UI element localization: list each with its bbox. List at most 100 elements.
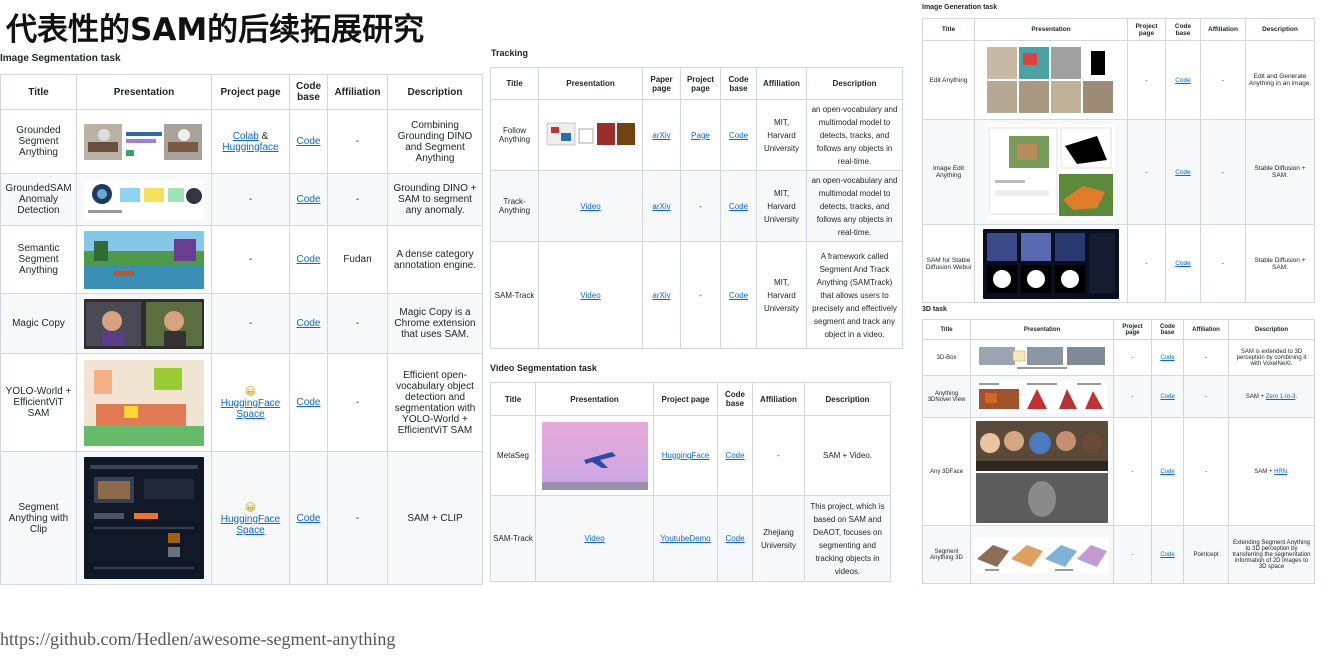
affiliation: Fudan — [327, 225, 388, 294]
3d-task-table: Title Presentation Project page Code bas… — [922, 319, 1315, 584]
video-link[interactable]: Video — [580, 291, 600, 300]
row-title: Anything 3DNovel View — [922, 375, 971, 418]
affiliation: - — [1183, 375, 1229, 418]
code-link[interactable]: Code — [297, 513, 321, 524]
row-title: Track-Anything — [490, 170, 539, 242]
image-edit-anything-thumbnail — [987, 124, 1115, 220]
anomaly-detection-thumbnail — [84, 179, 204, 220]
description: Magic Copy is a Chrome extension that us… — [387, 293, 483, 354]
huggingface-link[interactable]: HuggingFace — [662, 451, 710, 460]
video-link[interactable]: Video — [580, 202, 600, 211]
table-row: Semantic Segment Anything - Code Fudan A… — [0, 225, 483, 294]
code-link[interactable]: Code — [297, 318, 321, 329]
description: SAM + Video. — [804, 415, 891, 496]
grounded-sam-thumbnail — [84, 119, 204, 164]
code-link[interactable]: Code — [1175, 77, 1191, 84]
code-link[interactable]: Code — [297, 194, 321, 205]
segment-anything-clip-thumbnail — [84, 457, 204, 579]
code-link[interactable]: Code — [729, 202, 748, 211]
row-title: 3D-Box — [922, 339, 971, 376]
row-title: Image Edit Anything — [922, 119, 975, 225]
presentation-image — [76, 353, 212, 452]
table-row: YOLO-World + EfficientViT SAM 😀 HuggingF… — [0, 353, 483, 452]
description: an open-vocabulary and multimodal model … — [806, 170, 903, 242]
table-row: Image Edit Anything - Code - Stable Diff… — [922, 119, 1315, 225]
tracking-table: Title Presentation Paper page Project pa… — [490, 67, 903, 349]
row-title: GroundedSAM Anomaly Detection — [0, 173, 77, 226]
description: This project, which is based on SAM and … — [804, 495, 891, 582]
description: Efficient open-vocabulary object detecti… — [387, 353, 483, 452]
description: A dense category annotation engine. — [387, 225, 483, 294]
project-page-cell: - — [1113, 339, 1152, 376]
presentation-image — [76, 109, 212, 174]
magic-copy-thumbnail — [84, 298, 204, 349]
affiliation: - — [1200, 224, 1246, 303]
code-link[interactable]: Code — [1160, 394, 1174, 400]
table-row: Track-Anything Video arXiv - Code MIT, H… — [490, 170, 903, 242]
hugging-face-emoji-icon: 😀 — [244, 501, 257, 514]
table-row: Grounded Segment Anything Colab & Huggin… — [0, 109, 483, 174]
huggingface-link[interactable]: Huggingface — [222, 142, 278, 153]
row-title: Any 3DFace — [922, 417, 971, 526]
code-link[interactable]: Code — [1160, 355, 1174, 361]
project-page-cell: - — [1113, 525, 1152, 584]
affiliation: MIT, Harvard University — [756, 241, 807, 349]
code-link[interactable]: Code — [1175, 169, 1191, 176]
arxiv-link[interactable]: arXiv — [652, 291, 670, 300]
code-link[interactable]: Code — [297, 136, 321, 147]
colab-link[interactable]: Colab — [233, 131, 259, 142]
col-header-paper-page: Paper page — [642, 67, 681, 100]
row-title: MetaSeg — [490, 415, 536, 496]
description: Stable Diffusion + SAM. — [1245, 119, 1315, 225]
arxiv-link[interactable]: arXiv — [652, 202, 670, 211]
affiliation: MIT, Harvard University — [756, 99, 807, 171]
code-link[interactable]: Code — [1160, 552, 1174, 558]
arxiv-link[interactable]: arXiv — [652, 131, 670, 140]
code-link[interactable]: Code — [297, 254, 321, 265]
huggingface-space-link[interactable]: HuggingFace Space — [221, 398, 280, 420]
project-page-cell: 😀 HuggingFace Space — [211, 451, 290, 585]
col-header-presentation: Presentation — [538, 67, 643, 100]
code-link[interactable]: Code — [725, 534, 744, 543]
col-header-project-page: Project page — [211, 74, 290, 110]
col-header-title: Title — [490, 382, 536, 416]
col-header-presentation: Presentation — [76, 74, 212, 110]
presentation-image — [76, 451, 212, 585]
col-header-description: Description — [387, 74, 483, 110]
project-page-cell: Colab & Huggingface — [211, 109, 290, 174]
affiliation: - — [1200, 40, 1246, 120]
code-link[interactable]: Code — [725, 451, 744, 460]
table-row: Any 3DFace - Code - SAM + HRN. — [922, 417, 1315, 526]
row-title: Magic Copy — [0, 293, 77, 354]
table-row: Anything 3DNovel View - Code - SAM + Zer… — [922, 375, 1315, 418]
presentation-image — [970, 375, 1114, 418]
affiliation: - — [327, 451, 388, 585]
video-link[interactable]: Video — [584, 534, 604, 543]
project-page-cell: - — [1113, 417, 1152, 526]
code-link[interactable]: Code — [729, 131, 748, 140]
code-link[interactable]: Code — [297, 397, 321, 408]
code-link[interactable]: Code — [729, 291, 748, 300]
table-row: SAM-Track Video YoutubeDemo Code Zhejian… — [490, 495, 891, 582]
code-link[interactable]: Code — [1175, 260, 1191, 267]
col-header-description: Description — [1228, 319, 1315, 340]
video-segmentation-table: Title Presentation Project page Code bas… — [490, 382, 891, 582]
col-header-title: Title — [922, 319, 971, 340]
col-header-code-base: Code base — [720, 67, 757, 100]
huggingface-space-link[interactable]: HuggingFace Space — [221, 514, 280, 536]
3d-task-label: 3D task — [922, 306, 947, 313]
any-3dface-thumbnail — [976, 420, 1108, 523]
hrn-link[interactable]: HRN — [1274, 469, 1287, 475]
hugging-face-emoji-icon: 😀 — [244, 386, 257, 398]
youtube-demo-link[interactable]: YoutubeDemo — [660, 534, 710, 543]
3d-box-thumbnail — [977, 344, 1107, 371]
table-row: Magic Copy - Code - Magic Copy is a Chro… — [0, 293, 483, 354]
col-header-title: Title — [0, 74, 77, 110]
zero-1-to-3-link[interactable]: Zero 1-to-3 — [1266, 394, 1296, 400]
project-page-link[interactable]: Page — [691, 131, 710, 140]
col-header-presentation: Presentation — [535, 382, 654, 416]
row-title: SAM-Track — [490, 241, 539, 349]
affiliation: - — [1183, 339, 1229, 376]
code-link[interactable]: Code — [1160, 469, 1174, 475]
project-page-cell: - — [1127, 119, 1166, 225]
